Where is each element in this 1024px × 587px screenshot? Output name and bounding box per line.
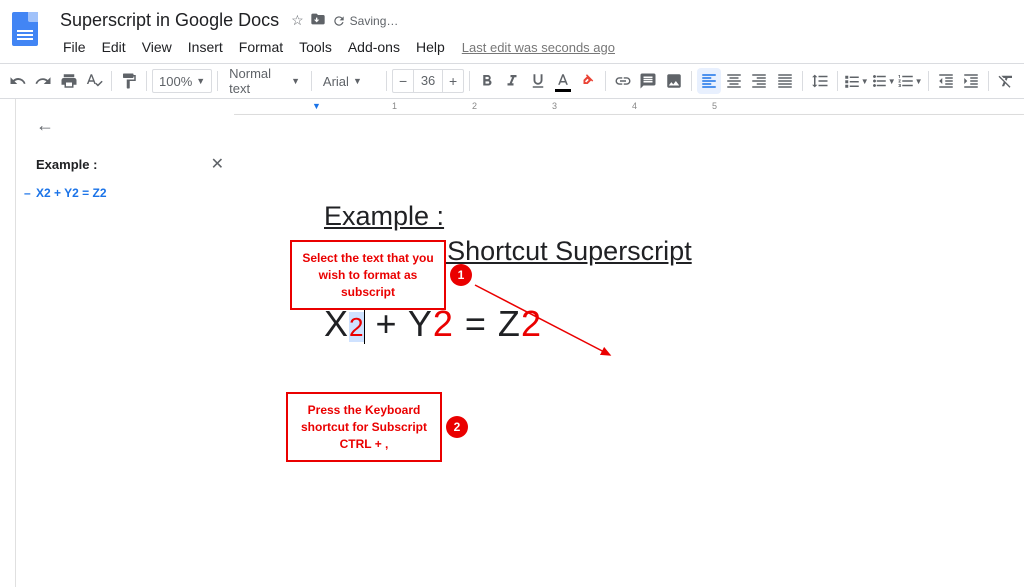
horizontal-ruler[interactable]: ▼ 1 2 3 4 5 [234,99,1024,115]
font-size-value[interactable]: 36 [413,70,443,92]
numbered-list-button[interactable]: ▼ [897,68,923,94]
menu-file[interactable]: File [56,35,93,59]
underline-button[interactable] [525,68,549,94]
menu-help[interactable]: Help [409,35,452,59]
toolbar: 100%▼ Normal text▼ Arial▼ − 36 + ▼ ▼ ▼ [0,63,1024,99]
font-size-plus[interactable]: + [443,69,463,93]
move-icon[interactable] [310,11,326,30]
paint-format-button[interactable] [117,68,141,94]
redo-button[interactable] [31,68,55,94]
menu-edit[interactable]: Edit [95,35,133,59]
text-color-button[interactable] [551,68,575,94]
menu-format[interactable]: Format [232,35,290,59]
spellcheck-button[interactable] [82,68,106,94]
menu-bar: File Edit View Insert Format Tools Add-o… [56,35,1016,59]
doc-heading-1[interactable]: Example : [324,201,934,232]
star-icon[interactable]: ☆ [291,12,304,29]
menu-insert[interactable]: Insert [181,35,230,59]
vertical-ruler [0,99,16,587]
last-edit-link[interactable]: Last edit was seconds ago [462,40,615,55]
saving-status: Saving… [332,14,399,28]
annotation-badge-1: 1 [450,264,472,286]
image-button[interactable] [662,68,686,94]
font-size-minus[interactable]: − [393,69,413,93]
align-right-button[interactable] [747,68,771,94]
outline-back-button[interactable]: ← [36,115,224,136]
app-header: Superscript in Google Docs ☆ Saving… Fil… [0,0,1024,59]
undo-button[interactable] [6,68,30,94]
clear-formatting-button[interactable] [994,68,1018,94]
font-size-control: − 36 + [392,69,464,93]
link-button[interactable] [611,68,635,94]
italic-button[interactable] [500,68,524,94]
comment-button[interactable] [636,68,660,94]
annotation-callout-1: Select the text that you wish to format … [290,240,446,310]
indent-decrease-button[interactable] [933,68,957,94]
bold-button[interactable] [475,68,499,94]
annotation-badge-2: 2 [446,416,468,438]
style-select[interactable]: Normal text▼ [223,69,306,93]
font-select[interactable]: Arial▼ [317,69,381,93]
menu-tools[interactable]: Tools [292,35,339,59]
docs-logo [12,12,48,48]
indent-increase-button[interactable] [959,68,983,94]
align-center-button[interactable] [722,68,746,94]
annotation-arrow [470,280,630,370]
zoom-select[interactable]: 100%▼ [152,69,212,93]
outline-close-button[interactable]: ✕ [211,154,224,174]
line-spacing-button[interactable] [808,68,832,94]
highlight-button[interactable] [576,68,600,94]
outline-panel: ← Example : ✕ X2 + Y2 = Z2 [16,99,234,587]
align-justify-button[interactable] [772,68,796,94]
outline-heading[interactable]: Example : [36,157,97,172]
selected-subscript-text: 2 [349,312,364,342]
menu-view[interactable]: View [135,35,179,59]
align-left-button[interactable] [697,68,721,94]
annotation-callout-2: Press the Keyboard shortcut for Subscrip… [286,392,442,462]
outline-item[interactable]: X2 + Y2 = Z2 [36,186,224,200]
bulleted-list-button[interactable]: ▼ [870,68,896,94]
print-button[interactable] [56,68,80,94]
checklist-button[interactable]: ▼ [843,68,869,94]
menu-addons[interactable]: Add-ons [341,35,407,59]
document-title[interactable]: Superscript in Google Docs [56,8,283,33]
